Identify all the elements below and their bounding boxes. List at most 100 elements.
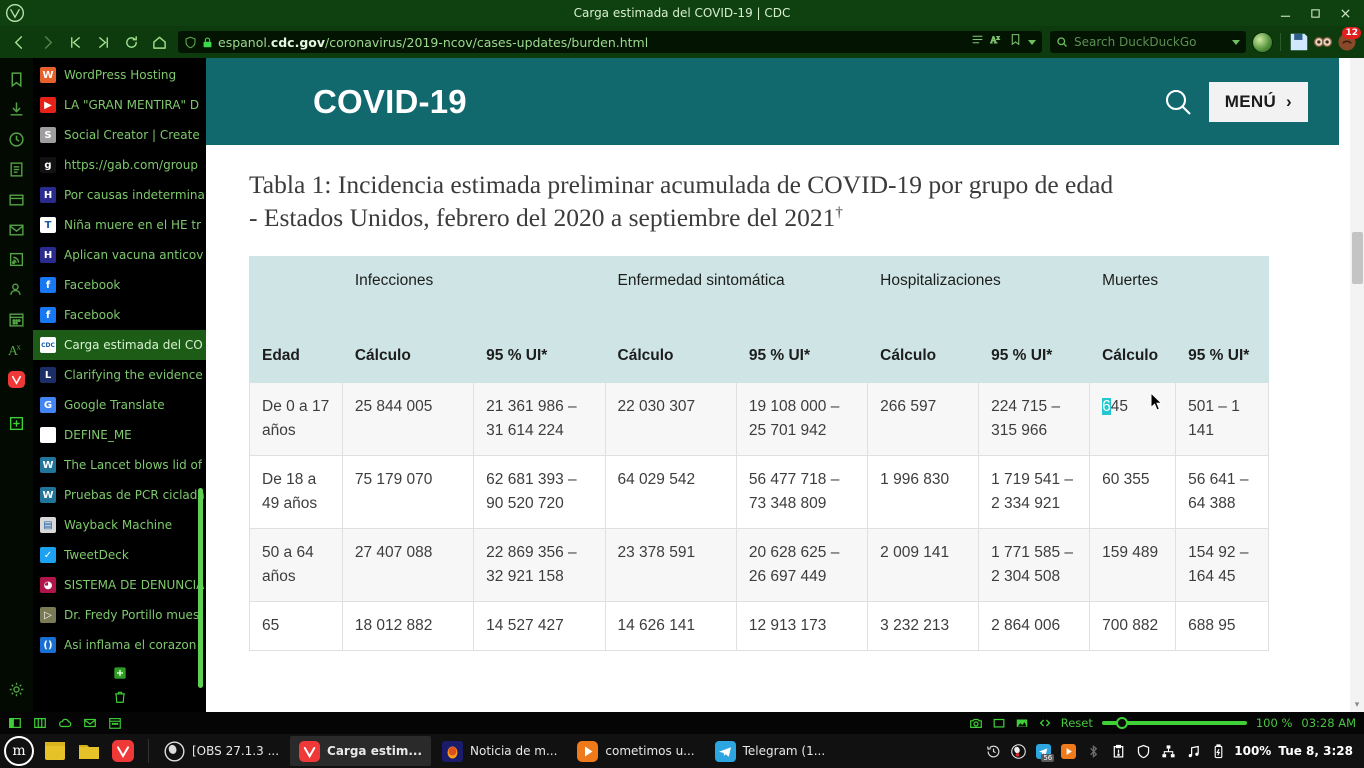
battery-icon[interactable]: [1209, 742, 1227, 760]
add-panel-icon[interactable]: [0, 408, 33, 438]
clipboard-icon[interactable]: [1109, 742, 1127, 760]
bookmark-item[interactable]: G Google Translate: [33, 390, 206, 420]
contacts-panel-icon[interactable]: [0, 274, 33, 304]
add-bookmark-icon[interactable]: [111, 664, 129, 682]
start-menu-button[interactable]: m: [4, 736, 34, 766]
vlc-tray-icon[interactable]: [1059, 742, 1077, 760]
taskbar-item[interactable]: Carga estim...: [290, 736, 432, 766]
maximize-button[interactable]: [1300, 0, 1330, 26]
bookmark-item[interactable]: W The Lancet blows lid of: [33, 450, 206, 480]
search-engine-chevron-icon[interactable]: [1232, 39, 1240, 45]
fast-forward-icon[interactable]: [90, 29, 116, 55]
cdc-favicon: CDC: [40, 337, 56, 353]
window-panel-icon[interactable]: [0, 184, 33, 214]
mail-panel-icon[interactable]: [0, 214, 33, 244]
reload-icon[interactable]: [118, 29, 144, 55]
search-icon[interactable]: [1163, 87, 1193, 117]
image-capture-icon[interactable]: [1015, 716, 1029, 730]
obs-tray-icon[interactable]: [1009, 742, 1027, 760]
translate-panel-icon[interactable]: Ax: [0, 334, 33, 364]
trash-icon[interactable]: [111, 688, 129, 706]
taskbar-item[interactable]: [OBS 27.1.3 ...: [155, 736, 288, 766]
url-text[interactable]: espanol.cdc.gov/coronavirus/2019-ncov/ca…: [218, 35, 966, 50]
calendar-panel-icon[interactable]: [0, 304, 33, 334]
bookmark-item[interactable]: () Asi inflama el corazon l: [33, 630, 206, 660]
notes-launcher[interactable]: [40, 736, 70, 766]
profile-avatar[interactable]: [1252, 31, 1273, 53]
window-capture-icon[interactable]: [992, 716, 1006, 730]
screenshot-icon[interactable]: [969, 716, 983, 730]
vivaldi-panel-icon[interactable]: [0, 364, 33, 394]
search-bar[interactable]: Search DuckDuckGo: [1050, 31, 1246, 53]
music-icon[interactable]: [1184, 742, 1202, 760]
minimize-button[interactable]: [1270, 0, 1300, 26]
bookmark-item[interactable]: ✓ TweetDeck: [33, 540, 206, 570]
close-button[interactable]: [1330, 0, 1360, 26]
bookmark-item[interactable]: H Aplican vacuna anticov: [33, 240, 206, 270]
panel-left-icon[interactable]: [8, 716, 23, 731]
bookmark-item[interactable]: L Clarifying the evidence: [33, 360, 206, 390]
cloud-icon[interactable]: [58, 716, 73, 731]
page-scrollbar[interactable]: ▾: [1350, 58, 1364, 712]
bookmark-item[interactable]: T Niña muere en el HE tr: [33, 210, 206, 240]
calendar-icon[interactable]: [108, 716, 123, 731]
vivaldi-launcher[interactable]: [108, 736, 138, 766]
shield-icon[interactable]: [1134, 742, 1152, 760]
zoom-slider[interactable]: [1101, 716, 1247, 730]
bookmark-item[interactable]: ▤ Wayback Machine: [33, 510, 206, 540]
translate-icon[interactable]: Ax: [990, 33, 1003, 51]
bookmarks-scrollbar[interactable]: [198, 488, 203, 688]
taskbar-item[interactable]: Telegram (1...: [706, 736, 835, 766]
files-launcher[interactable]: [74, 736, 104, 766]
scroll-down-arrow-icon[interactable]: ▾: [1352, 698, 1362, 710]
rewind-icon[interactable]: [62, 29, 88, 55]
shield-icon[interactable]: [184, 36, 197, 49]
back-arrow-icon[interactable]: [6, 29, 32, 55]
mail-icon[interactable]: [83, 716, 98, 731]
bookmark-item[interactable]: DEFINE_ME: [33, 420, 206, 450]
reset-zoom-button[interactable]: Reset: [1061, 716, 1093, 730]
bookmark-item[interactable]: H Por causas indetermina: [33, 180, 206, 210]
adblock-extension-icon[interactable]: 12: [1336, 27, 1361, 53]
bluetooth-icon[interactable]: [1084, 742, 1102, 760]
bookmark-item[interactable]: g https://gab.com/group: [33, 150, 206, 180]
bookmark-item[interactable]: CDC Carga estimada del CO: [33, 330, 206, 360]
zoom-slider-knob[interactable]: [1115, 717, 1128, 729]
bookmarks-panel[interactable]: W WordPress Hosting ▶ LA "GRAN MENTIRA" DSS…: [33, 58, 206, 712]
bookmarks-panel-icon[interactable]: [0, 64, 33, 94]
save-extension-icon[interactable]: [1288, 31, 1310, 53]
taskbar: m [OBS 27.1.3 ... Carga estim... Noticia d…: [0, 734, 1364, 768]
page-scrollbar-thumb[interactable]: [1352, 232, 1363, 284]
forward-arrow-icon[interactable]: [34, 29, 60, 55]
settings-panel-icon[interactable]: [0, 674, 33, 704]
bookmark-item[interactable]: S Social Creator | Create: [33, 120, 206, 150]
table-column-header: 95 % UI*: [473, 308, 606, 384]
feeds-panel-icon[interactable]: [0, 244, 33, 274]
telegram-tray-icon[interactable]: 56: [1034, 742, 1055, 762]
bookmark-star-icon[interactable]: [1009, 33, 1022, 51]
code-icon[interactable]: [1038, 716, 1052, 730]
menu-button[interactable]: MENÚ ›: [1208, 81, 1308, 122]
reader-view-icon[interactable]: [971, 33, 984, 51]
bookmark-item[interactable]: W WordPress Hosting: [33, 60, 206, 90]
history-tray-icon[interactable]: [984, 742, 1002, 760]
history-panel-icon[interactable]: [0, 124, 33, 154]
address-bar[interactable]: espanol.cdc.gov/coronavirus/2019-ncov/ca…: [178, 31, 1042, 53]
table-cell-muertes-ui: 56 641 – 64 388: [1175, 455, 1269, 530]
notes-panel-icon[interactable]: [0, 154, 33, 184]
chevron-down-icon[interactable]: [1028, 39, 1036, 45]
bookmark-item[interactable]: f Facebook: [33, 300, 206, 330]
privacy-extension-icon[interactable]: [1312, 31, 1334, 53]
taskbar-item[interactable]: Noticia de m...: [433, 736, 566, 766]
bookmark-item[interactable]: ▷ Dr. Fredy Portillo mues: [33, 600, 206, 630]
bookmark-item[interactable]: f Facebook: [33, 270, 206, 300]
bookmark-item[interactable]: ◕ SISTEMA DE DENUNCIA: [33, 570, 206, 600]
home-icon[interactable]: [146, 29, 172, 55]
bookmark-item[interactable]: W Pruebas de PCR ciclada: [33, 480, 206, 510]
bookmark-item[interactable]: ▶ LA "GRAN MENTIRA" D: [33, 90, 206, 120]
search-input-placeholder[interactable]: Search DuckDuckGo: [1074, 35, 1226, 49]
panel-split-icon[interactable]: [33, 716, 48, 731]
downloads-panel-icon[interactable]: [0, 94, 33, 124]
taskbar-item[interactable]: cometimos u...: [568, 736, 703, 766]
network-icon[interactable]: [1159, 742, 1177, 760]
